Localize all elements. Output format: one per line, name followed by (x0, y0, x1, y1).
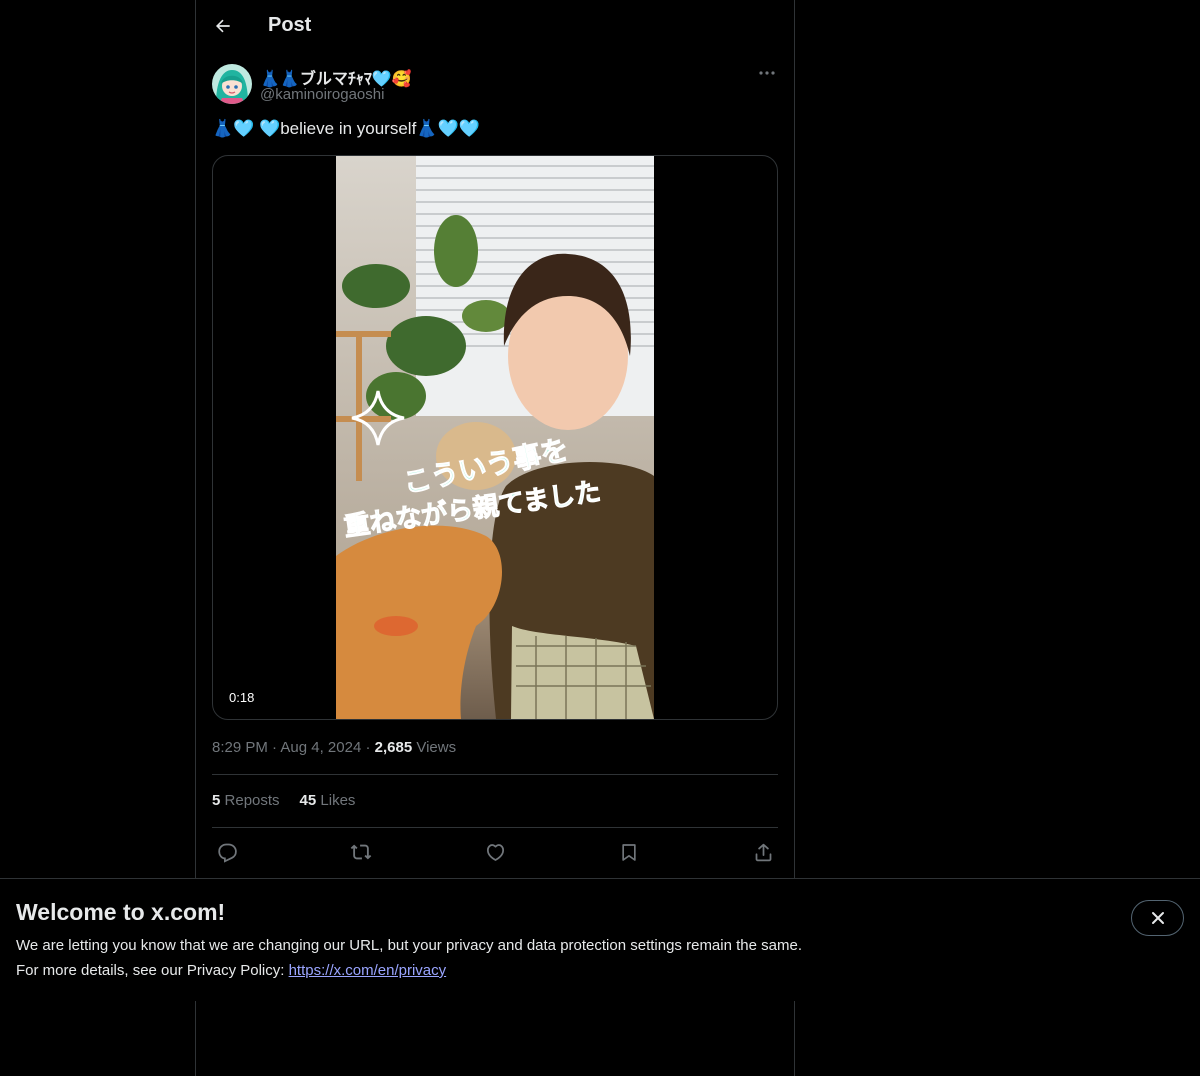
bookmark-button[interactable] (614, 838, 644, 866)
video-frame[interactable]: こういう事を 重ねながら親てました (336, 156, 654, 719)
close-banner-button[interactable] (1131, 900, 1184, 936)
user-handle[interactable]: @kaminoirogaoshi (260, 86, 384, 103)
meta-separator: · (365, 739, 371, 756)
banner-message: We are letting you know that we are chan… (16, 937, 802, 954)
share-button[interactable] (748, 838, 778, 866)
like-icon (486, 843, 504, 861)
avatar-image (212, 64, 252, 104)
meta-separator: · (272, 739, 278, 756)
video-duration: 0:18 (222, 688, 262, 707)
like-button[interactable] (480, 838, 510, 866)
avatar[interactable] (212, 64, 252, 104)
likes-label: Likes (320, 792, 356, 809)
post-meta: 8:29 PM · Aug 4, 2024 · 2,685 Views (212, 739, 456, 756)
share-icon (755, 843, 771, 861)
banner-details: For more details, see our Privacy Policy… (16, 962, 446, 979)
arrow-left-icon (216, 19, 230, 33)
page-title: Post (268, 14, 312, 36)
divider (212, 827, 778, 828)
banner-details-text: For more details, see our Privacy Policy… (16, 962, 289, 979)
repost-button[interactable] (346, 838, 376, 866)
post-stats: 5 Reposts 45 Likes (212, 792, 355, 809)
more-options-button[interactable] (756, 62, 778, 84)
post-date[interactable]: Aug 4, 2024 (280, 739, 361, 756)
reply-button[interactable] (212, 838, 242, 866)
views-label: Views (416, 739, 457, 756)
close-icon (1151, 912, 1164, 924)
privacy-policy-link[interactable]: https://x.com/en/privacy (289, 962, 447, 979)
reposts-link[interactable]: 5 Reposts (212, 792, 280, 809)
banner-title: Welcome to x.com! (16, 899, 226, 925)
post-time[interactable]: 8:29 PM (212, 739, 268, 756)
action-bar (212, 838, 778, 866)
back-button[interactable] (206, 9, 240, 43)
divider (212, 774, 778, 775)
repost-icon (350, 844, 372, 860)
video-player[interactable]: こういう事を 重ねながら親てました 0:18 (212, 155, 778, 720)
reposts-count: 5 (212, 792, 221, 809)
welcome-banner: Welcome to x.com! We are letting you kno… (0, 878, 1200, 1001)
post-text: 👗🩵 🩵believe in yourself👗🩵🩵 (212, 119, 480, 138)
reposts-label: Reposts (224, 792, 280, 809)
views-count: 2,685 (374, 739, 413, 756)
post-author: 👗👗ブルマﾁｬﾏ🩵🥰 @kaminoirogaoshi (212, 64, 778, 108)
bookmark-icon (622, 843, 636, 861)
reply-icon (217, 843, 237, 863)
more-horizontal-icon (759, 71, 775, 75)
likes-link[interactable]: 45 Likes (300, 792, 356, 809)
video-thumbnail: こういう事を 重ねながら親てました (336, 156, 654, 719)
page-header: Post (196, 0, 794, 53)
likes-count: 45 (299, 792, 317, 809)
